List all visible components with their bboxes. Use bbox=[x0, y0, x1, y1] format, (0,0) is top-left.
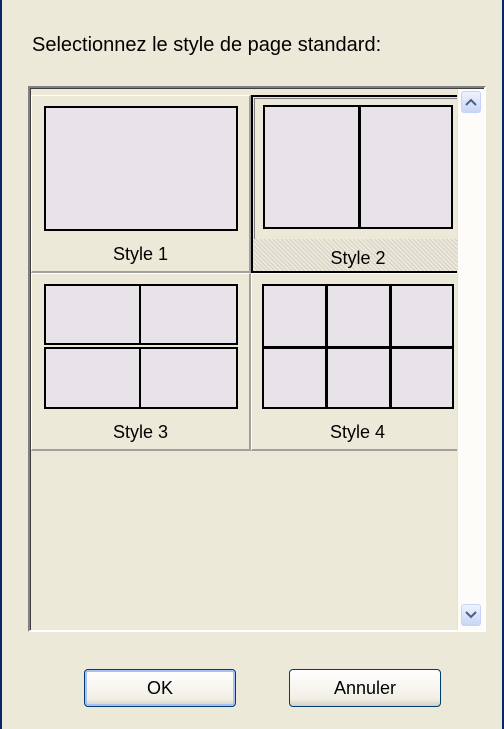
style-2-preview bbox=[263, 105, 453, 229]
style-option-3[interactable]: Style 3 bbox=[31, 273, 251, 451]
style-option-2[interactable]: Style 2 bbox=[251, 95, 465, 273]
style-1-label: Style 1 bbox=[112, 244, 169, 264]
style-1-preview bbox=[44, 106, 238, 231]
style-3-cell-4 bbox=[139, 347, 238, 409]
arrow-up-icon[interactable] bbox=[461, 91, 481, 113]
cancel-button[interactable]: Annuler bbox=[289, 669, 441, 707]
style-list: Style 1 Style 2 Style 3 Style 4 bbox=[28, 86, 486, 632]
style-4-caption-area: Style 4 bbox=[252, 419, 463, 449]
page-style-dialog: Selectionnez le style de page standard: … bbox=[0, 0, 504, 729]
style-3-cell-1 bbox=[44, 284, 141, 345]
style-4-label: Style 4 bbox=[329, 422, 386, 442]
style-list-area: Style 1 Style 2 Style 3 Style 4 bbox=[30, 88, 484, 630]
style-3-preview bbox=[44, 284, 238, 409]
style-3-cell-2 bbox=[139, 284, 238, 345]
prompt-label: Selectionnez le style de page standard: bbox=[32, 34, 382, 56]
vertical-scrollbar[interactable] bbox=[457, 89, 484, 630]
style-4-preview bbox=[262, 284, 454, 409]
style-3-label: Style 3 bbox=[112, 422, 169, 442]
style-2-divider bbox=[358, 107, 361, 227]
style-option-1[interactable]: Style 1 bbox=[31, 95, 251, 273]
style-3-caption-area: Style 3 bbox=[32, 419, 249, 449]
style-2-caption-area: Style 2 bbox=[253, 239, 463, 271]
style-1-caption-area: Style 1 bbox=[32, 241, 249, 271]
style-option-4[interactable]: Style 4 bbox=[251, 273, 465, 451]
ok-button[interactable]: OK bbox=[84, 669, 236, 707]
arrow-down-icon[interactable] bbox=[461, 604, 481, 626]
style-2-label: Style 2 bbox=[330, 248, 386, 268]
style-3-cell-3 bbox=[44, 347, 141, 409]
style-4-divider-h bbox=[264, 346, 452, 349]
